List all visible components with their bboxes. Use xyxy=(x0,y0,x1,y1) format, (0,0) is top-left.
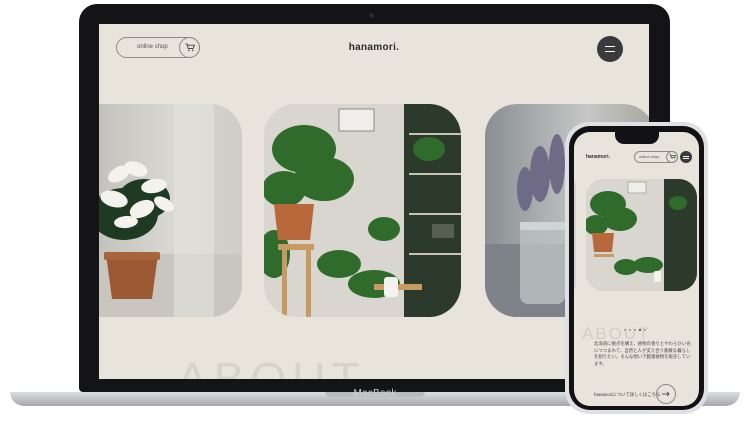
carousel-dot[interactable] xyxy=(644,329,646,331)
site-logo[interactable]: hanamori. xyxy=(99,42,649,53)
phone-notch xyxy=(615,132,659,144)
phone-carousel-card-monstera[interactable] xyxy=(586,179,697,291)
about-more-link[interactable]: hanamoriについて詳しくはこちら xyxy=(594,392,660,398)
cart-icon[interactable] xyxy=(666,151,678,163)
phone-online-shop-label: online shop xyxy=(639,154,660,159)
phone-online-shop-button[interactable]: online shop xyxy=(634,151,678,163)
phone-carousel-card-prev[interactable] xyxy=(574,181,576,289)
carousel-dot-active[interactable] xyxy=(639,329,641,331)
carousel-dots xyxy=(624,329,654,332)
white-flower-photo xyxy=(99,104,242,317)
monstera-shelf-photo xyxy=(264,104,461,317)
arrow-right-icon[interactable] xyxy=(656,384,676,404)
phone-screen: hanamori. online shop ABOUT 北海道に拠点を構え、植物… xyxy=(574,132,699,406)
carousel-card-monstera[interactable] xyxy=(264,104,461,317)
carousel-dot[interactable] xyxy=(624,329,626,331)
carousel-dot[interactable] xyxy=(634,329,636,331)
carousel-card-white-flower[interactable] xyxy=(99,104,242,317)
about-description: 北海道に拠点を構え、植物の香りとやわらかい光につつまれて、自然と人が支え合う素敵… xyxy=(594,341,691,366)
hamburger-menu-icon[interactable] xyxy=(680,151,692,163)
phone-monstera-photo xyxy=(586,179,697,291)
camera-icon xyxy=(369,13,374,18)
carousel-dot[interactable] xyxy=(629,329,631,331)
hamburger-menu-icon[interactable] xyxy=(597,36,623,62)
phone-site-logo[interactable]: hanamori. xyxy=(586,154,610,160)
about-heading-ghost: ABOUT xyxy=(177,353,366,379)
